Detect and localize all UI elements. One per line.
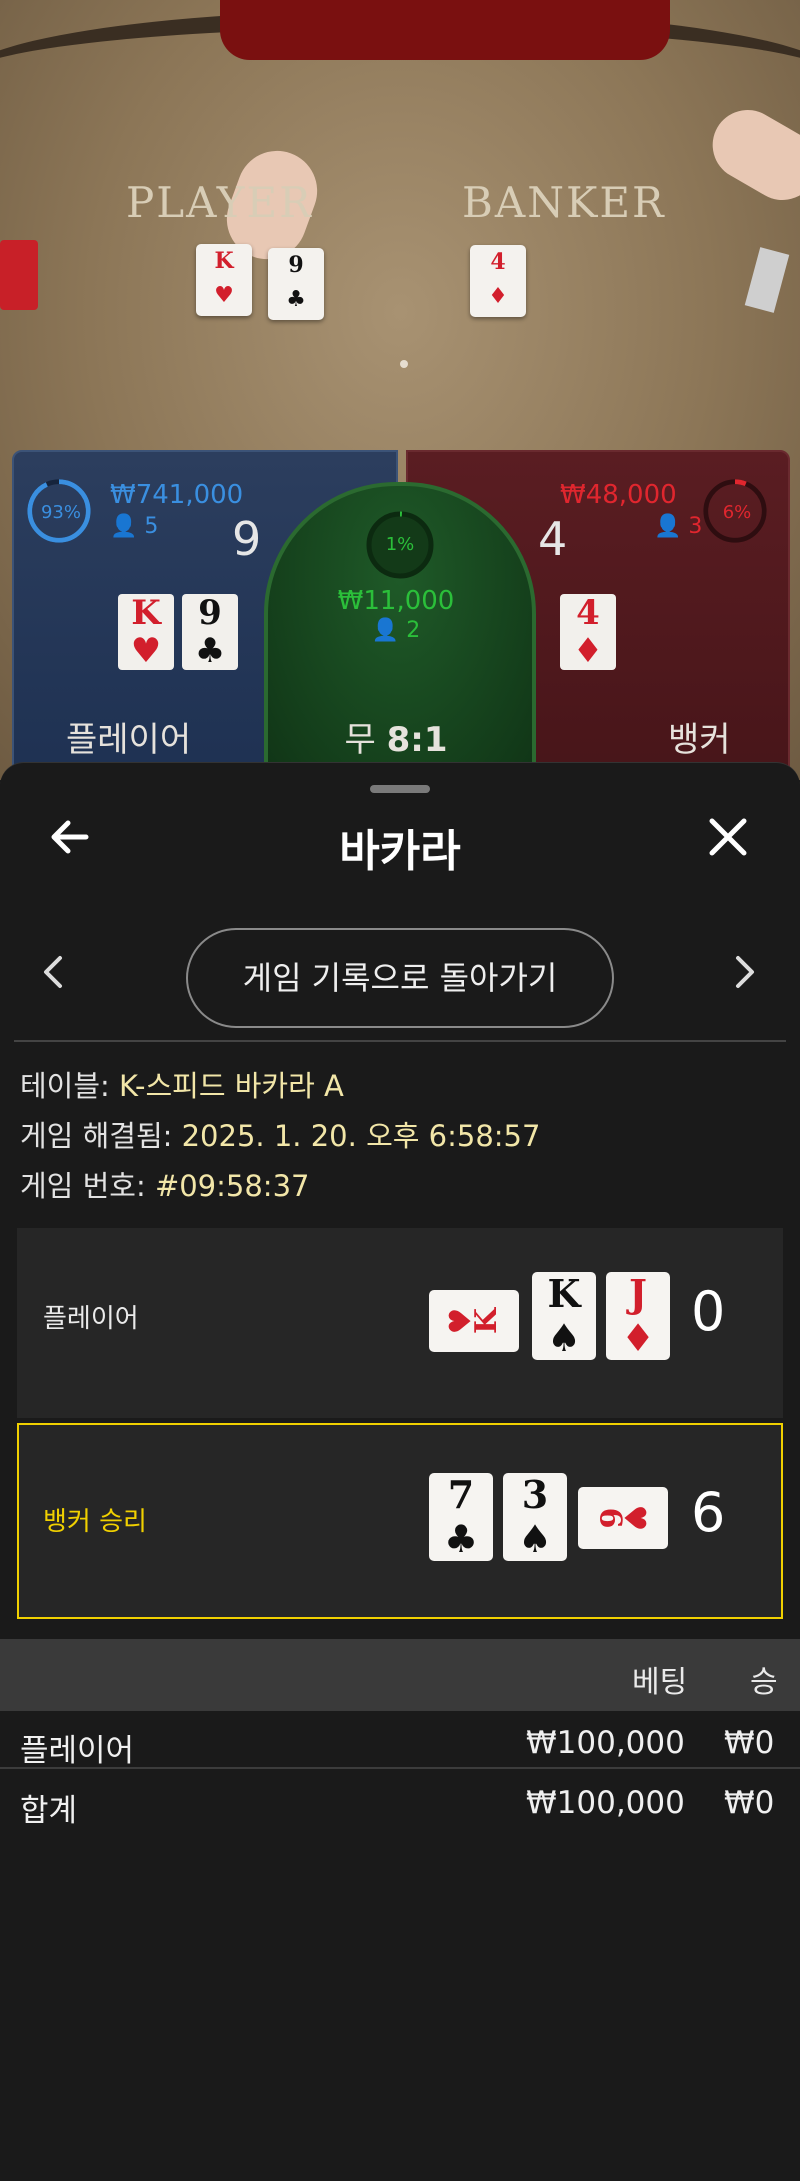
round-info: 게임 번호: #09:58:37: [20, 1169, 310, 1203]
tie-bettor-count: 👤 2: [371, 618, 421, 643]
dealer: [220, 0, 670, 60]
user-icon: 👤: [110, 514, 138, 539]
result-score: 0: [691, 1280, 726, 1343]
banker-bettor-count: 👤 3: [654, 514, 703, 539]
bet-amount: ₩100,000: [526, 1725, 685, 1761]
player-card: 9 ♣: [182, 594, 238, 670]
result-card: 7 ♣: [429, 1473, 493, 1561]
divider: [14, 1040, 786, 1042]
result-score: 6: [691, 1481, 726, 1544]
banker-percent: 6%: [722, 502, 752, 523]
table-card: 9 ♣: [268, 248, 324, 320]
user-icon: 👤: [654, 514, 682, 539]
table-marker: [400, 360, 408, 368]
tie-bet-zone[interactable]: 1% ₩11,000 👤 2 무 8:1: [264, 482, 536, 788]
result-card: 6♥: [578, 1487, 668, 1549]
banker-zone-label: 뱅커: [668, 720, 731, 760]
total-win: ₩0: [724, 1785, 775, 1821]
back-to-history-button[interactable]: 게임 기록으로 돌아가기: [186, 928, 614, 1028]
card-discard: [744, 247, 790, 313]
total-name: 합계: [20, 1793, 78, 1829]
win-column-header: 승: [750, 1665, 778, 1700]
resolved-info: 게임 해결됨: 2025. 1. 20. 오후 6:58:57: [20, 1119, 541, 1153]
result-card: ♥K: [429, 1290, 519, 1352]
banker-score: 4: [538, 512, 568, 566]
drag-handle[interactable]: [370, 785, 430, 793]
sheet-title: 바카라: [339, 826, 461, 877]
player-bet-amount: ₩741,000: [110, 480, 244, 510]
banker-result-row: 뱅커 승리 7 ♣ 3 ♠ 6♥ 6: [17, 1423, 783, 1619]
divider: [0, 1767, 800, 1769]
felt-player-label: PLAYER: [126, 178, 313, 227]
game-history-sheet: 바카라 게임 기록으로 돌아가기 테이블: K-스피드 바카라 A 게임 해결됨…: [0, 762, 800, 2181]
winner-label: 뱅커 승리: [43, 1507, 147, 1537]
card-shoe-left: [0, 240, 38, 310]
table-card: K ♥: [196, 244, 252, 316]
player-percent: 93%: [40, 502, 81, 523]
player-score: 9: [232, 512, 262, 566]
result-card: K ♠: [532, 1272, 596, 1360]
bet-column-header: 베팅: [632, 1665, 688, 1700]
bets-table-header: 베팅 승: [0, 1639, 800, 1711]
win-amount: ₩0: [724, 1725, 775, 1761]
felt-banker-label: BANKER: [462, 178, 666, 227]
result-card: J ♦: [606, 1272, 670, 1360]
total-bet: ₩100,000: [526, 1785, 685, 1821]
player-card: K ♥: [118, 594, 174, 670]
table-card: 4 ♦: [470, 245, 526, 317]
player-zone-label: 플레이어: [66, 720, 192, 760]
tie-bet-amount: ₩11,000: [337, 586, 455, 616]
player-bettor-count: 👤 5: [110, 514, 159, 539]
tie-percent: 1%: [385, 534, 415, 555]
history-nav: 게임 기록으로 돌아가기: [0, 928, 800, 1028]
chevron-left-icon[interactable]: [38, 952, 68, 1003]
chevron-right-icon[interactable]: [730, 952, 760, 1003]
bet-name: 플레이어: [20, 1733, 135, 1769]
table-row: 플레이어 ₩100,000 ₩0: [0, 1713, 800, 1773]
tie-zone-label: 무 8:1: [344, 720, 448, 760]
table-info: 테이블: K-스피드 바카라 A: [20, 1069, 344, 1103]
player-result-row: 플레이어 ♥K K ♠ J ♦ 0: [17, 1228, 783, 1418]
user-icon: 👤: [371, 618, 400, 643]
close-icon[interactable]: [704, 813, 752, 872]
banker-bet-amount: ₩48,000: [560, 480, 677, 510]
result-card: 3 ♠: [503, 1473, 567, 1561]
banker-card: 4 ♦: [560, 594, 616, 670]
total-row: 합계 ₩100,000 ₩0: [0, 1773, 800, 1833]
result-label: 플레이어: [43, 1304, 139, 1334]
